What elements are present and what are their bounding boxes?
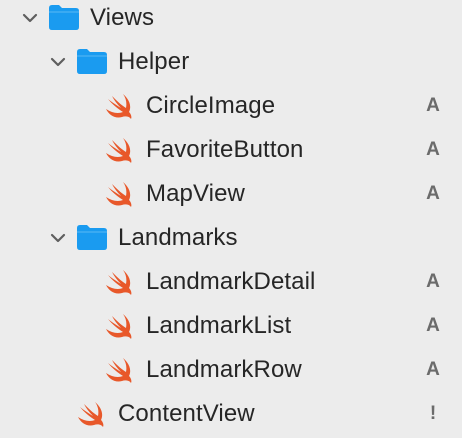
project-navigator: Views Helper CircleImage A FavoriteButto… [0, 0, 462, 438]
folder-icon [48, 3, 82, 33]
navigator-row-contentview[interactable]: ContentView ! [0, 392, 462, 436]
folder-icon [76, 223, 110, 253]
source-control-status: A [426, 315, 440, 336]
navigator-row-label: CircleImage [146, 92, 276, 119]
source-control-status: A [426, 139, 440, 160]
navigator-row-label: Views [90, 4, 155, 31]
navigator-row-label: FavoriteButton [146, 136, 304, 163]
navigator-row-landmarkrow[interactable]: LandmarkRow A [0, 348, 462, 392]
chevron-down-icon[interactable] [48, 228, 68, 248]
source-control-status: A [426, 183, 440, 204]
navigator-row-landmarklist[interactable]: LandmarkList A [0, 304, 462, 348]
navigator-row-views[interactable]: Views [0, 0, 462, 40]
navigator-row-label: Helper [118, 48, 190, 75]
navigator-row-label: Landmarks [118, 224, 238, 251]
swift-file-icon [104, 91, 138, 121]
chevron-down-icon[interactable] [48, 52, 68, 72]
source-control-status: A [426, 359, 440, 380]
source-control-status: A [426, 95, 440, 116]
swift-file-icon [104, 267, 138, 297]
swift-file-icon [104, 179, 138, 209]
swift-file-icon [104, 135, 138, 165]
navigator-row-label: LandmarkList [146, 312, 292, 339]
navigator-row-label: LandmarkRow [146, 356, 302, 383]
navigator-row-label: ContentView [118, 400, 255, 427]
swift-file-icon [104, 311, 138, 341]
navigator-row-favoritebutton[interactable]: FavoriteButton A [0, 128, 462, 172]
navigator-row-label: LandmarkDetail [146, 268, 316, 295]
swift-file-icon [104, 355, 138, 385]
navigator-row-landmarkdetail[interactable]: LandmarkDetail A [0, 260, 462, 304]
navigator-row-helper[interactable]: Helper [0, 40, 462, 84]
chevron-down-icon[interactable] [20, 8, 40, 28]
swift-file-icon [76, 399, 110, 429]
source-control-status: ! [429, 403, 437, 424]
navigator-row-circleimage[interactable]: CircleImage A [0, 84, 462, 128]
source-control-status: A [426, 271, 440, 292]
navigator-row-label: MapView [146, 180, 245, 207]
navigator-row-landmarks[interactable]: Landmarks [0, 216, 462, 260]
navigator-row-mapview[interactable]: MapView A [0, 172, 462, 216]
folder-icon [76, 47, 110, 77]
